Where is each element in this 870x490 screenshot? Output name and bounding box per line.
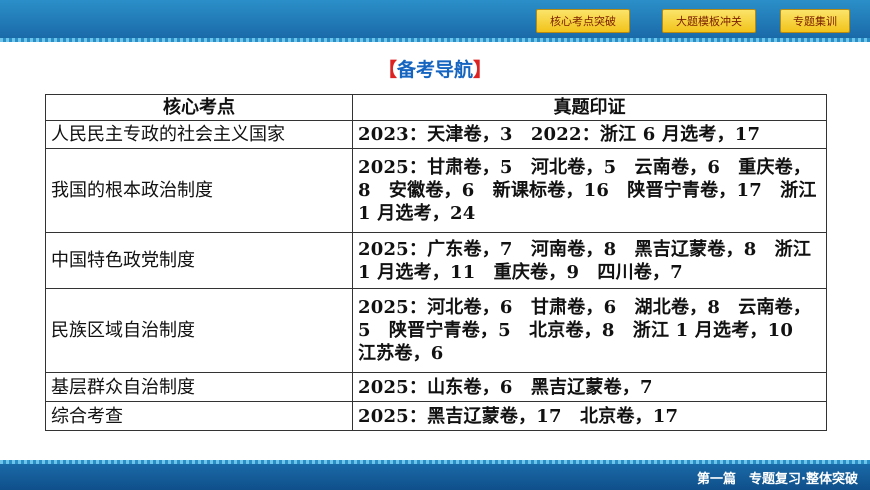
evidence-cell: 2023：天津卷，3 2022：浙江 6 月选考，17: [352, 120, 827, 149]
table-row: 综合考查 2025：黑吉辽蒙卷，17 北京卷，17: [45, 401, 827, 431]
topic-cell: 我国的根本政治制度: [45, 148, 353, 233]
exam-table: 核心考点 真题印证 人民民主专政的社会主义国家 2023：天津卷，3 2022：…: [45, 94, 827, 431]
evidence-cell: 2025：广东卷，7 河南卷，8 黑吉辽蒙卷，8 浙江 1 月选考，11 重庆卷…: [352, 232, 827, 289]
table-row: 人民民主专政的社会主义国家 2023：天津卷，3 2022：浙江 6 月选考，1…: [45, 120, 827, 149]
topic-cell: 中国特色政党制度: [45, 232, 353, 289]
table-row: 中国特色政党制度 2025：广东卷，7 河南卷，8 黑吉辽蒙卷，8 浙江 1 月…: [45, 232, 827, 289]
top-banner-stripe: [0, 38, 870, 42]
topic-cell: 民族区域自治制度: [45, 288, 353, 373]
topic-cell: 基层群众自治制度: [45, 372, 353, 402]
topic-cell: 综合考查: [45, 401, 353, 431]
evidence-cell: 2025：黑吉辽蒙卷，17 北京卷，17: [352, 401, 827, 431]
heading-bracket-close: 】: [473, 59, 493, 81]
top-banner: 核心考点突破 大题模板冲关 专题集训: [0, 0, 870, 42]
bottom-banner: 第一篇 专题复习·整体突破: [0, 460, 870, 490]
heading-text: 备考导航: [396, 59, 473, 81]
column-header-evidence: 真题印证: [352, 94, 827, 121]
heading-bracket-open: 【: [377, 59, 397, 81]
table-row: 基层群众自治制度 2025：山东卷，6 黑吉辽蒙卷，7: [45, 372, 827, 402]
tab-topic-practice[interactable]: 专题集训: [780, 9, 850, 33]
section-heading: 【备考导航】: [0, 55, 870, 82]
column-header-topic: 核心考点: [45, 94, 353, 121]
evidence-cell: 2025：山东卷，6 黑吉辽蒙卷，7: [352, 372, 827, 402]
table-row: 民族区域自治制度 2025：河北卷，6 甘肃卷，6 湖北卷，8 云南卷，5 陕晋…: [45, 288, 827, 373]
table-header-row: 核心考点 真题印证: [45, 94, 827, 121]
evidence-cell: 2025：甘肃卷，5 河北卷，5 云南卷，6 重庆卷，8 安徽卷，6 新课标卷，…: [352, 148, 827, 233]
evidence-cell: 2025：河北卷，6 甘肃卷，6 湖北卷，8 云南卷，5 陕晋宁青卷，5 北京卷…: [352, 288, 827, 373]
tab-big-question-templates[interactable]: 大题模板冲关: [662, 9, 756, 33]
bottom-banner-stripe: [0, 460, 870, 464]
tab-core-points[interactable]: 核心考点突破: [536, 9, 630, 33]
table-row: 我国的根本政治制度 2025：甘肃卷，5 河北卷，5 云南卷，6 重庆卷，8 安…: [45, 148, 827, 233]
topic-cell: 人民民主专政的社会主义国家: [45, 120, 353, 149]
footer-label: 第一篇 专题复习·整体突破: [697, 472, 858, 487]
